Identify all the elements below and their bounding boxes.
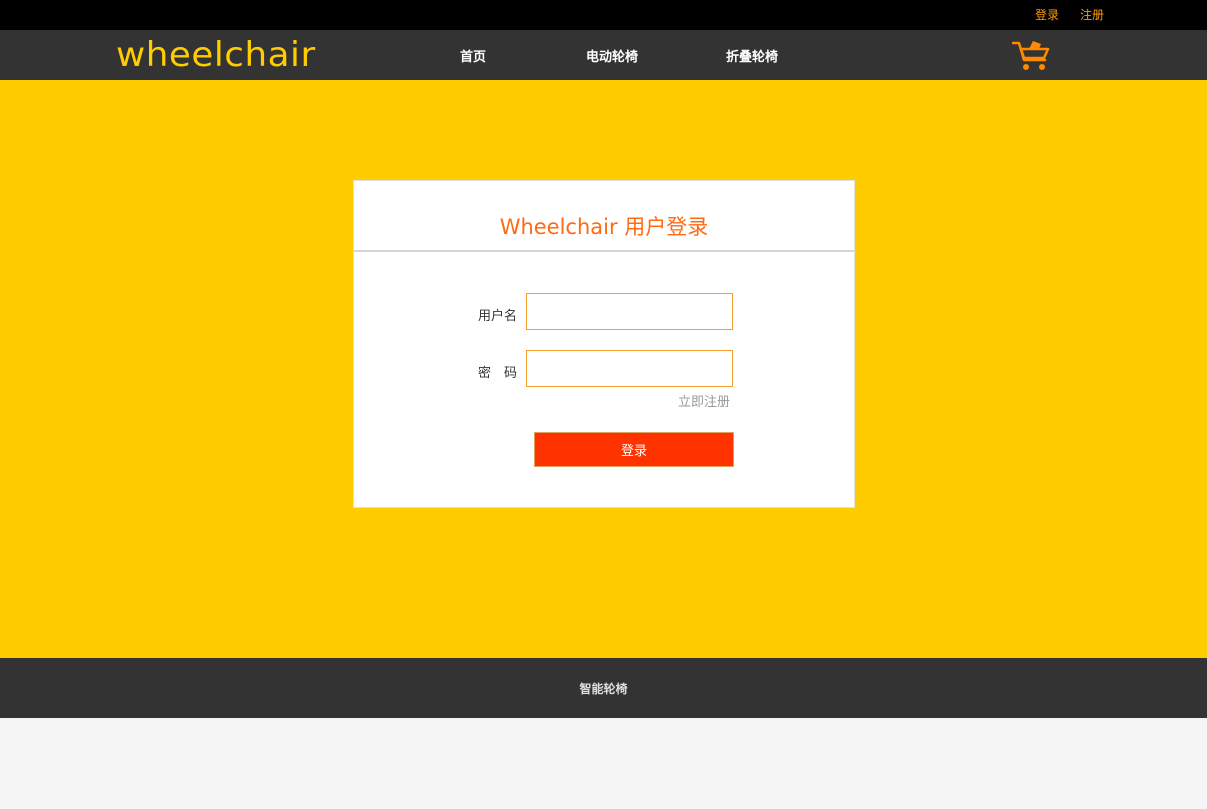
footer-text: 智能轮椅 xyxy=(579,682,628,696)
nav-item-electric-wheelchair[interactable]: 电动轮椅 xyxy=(586,46,638,65)
register-now-link[interactable]: 立即注册 xyxy=(678,391,730,410)
login-panel: Wheelchair 用户登录 用户名 密 码 立即注册 登录 xyxy=(353,180,855,508)
footer: 智能轮椅 xyxy=(0,658,1207,718)
nav-item-folding-wheelchair[interactable]: 折叠轮椅 xyxy=(726,46,778,65)
password-label: 密 码 xyxy=(477,366,517,381)
top-bar: 登录 注册 xyxy=(0,0,1207,30)
top-login-link[interactable]: 登录 xyxy=(1035,6,1059,23)
site-logo[interactable]: wheelchair xyxy=(116,35,316,75)
main-navbar: wheelchair 首页 电动轮椅 折叠轮椅 xyxy=(0,30,1207,80)
top-register-link[interactable]: 注册 xyxy=(1080,6,1104,23)
password-input[interactable] xyxy=(526,350,733,387)
username-input[interactable] xyxy=(526,293,733,330)
main-content: Wheelchair 用户登录 用户名 密 码 立即注册 登录 xyxy=(0,80,1207,658)
shopping-cart-icon[interactable] xyxy=(1011,38,1052,72)
nav-item-home[interactable]: 首页 xyxy=(460,46,486,65)
username-label: 用户名 xyxy=(477,309,517,324)
login-title: Wheelchair 用户登录 xyxy=(354,181,854,252)
login-submit-button[interactable]: 登录 xyxy=(534,432,734,467)
